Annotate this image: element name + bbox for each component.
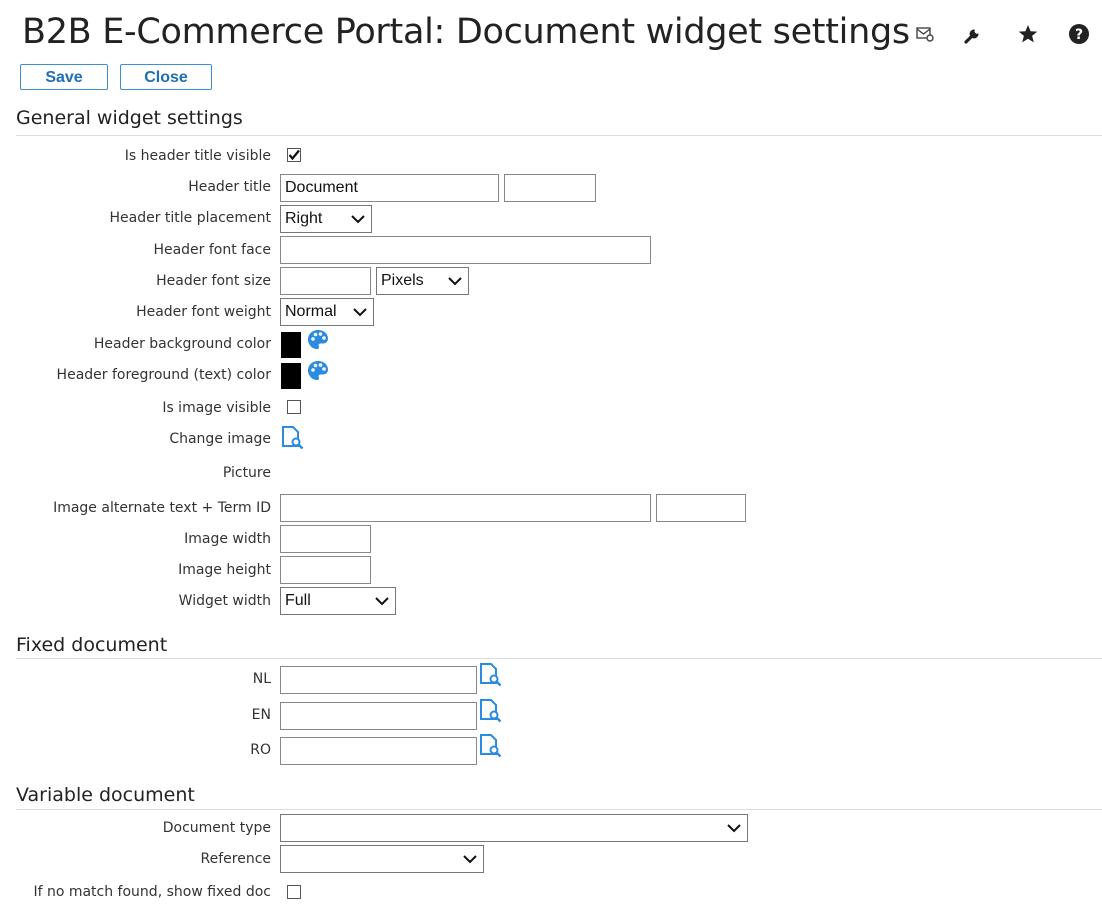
- image-height-input[interactable]: [280, 556, 371, 584]
- header-title-term-input[interactable]: [504, 174, 596, 202]
- header-title-placement-value: Right: [285, 210, 323, 227]
- mail-settings-icon[interactable]: [912, 20, 938, 48]
- header-title-placement-select[interactable]: Right: [280, 205, 372, 233]
- is-image-visible-checkbox[interactable]: [287, 400, 301, 414]
- label-header-font-face: Header font face: [153, 242, 271, 258]
- star-icon[interactable]: [1015, 20, 1041, 48]
- widget-width-select[interactable]: Full: [280, 587, 396, 615]
- header-font-size-unit-select[interactable]: Pixels: [376, 267, 469, 295]
- label-header-title-placement: Header title placement: [109, 210, 271, 226]
- widget-width-value: Full: [285, 592, 311, 609]
- label-header-background-color: Header background color: [93, 336, 271, 352]
- section-divider: [16, 658, 1102, 659]
- header-foreground-color-swatch[interactable]: [281, 363, 301, 389]
- image-width-input[interactable]: [280, 525, 371, 553]
- label-header-font-weight: Header font weight: [136, 304, 271, 320]
- header-font-weight-select[interactable]: Normal: [280, 298, 374, 326]
- header-font-face-input[interactable]: [280, 236, 651, 264]
- section-divider: [16, 135, 1102, 136]
- show-fixed-doc-checkbox[interactable]: [287, 885, 301, 899]
- label-is-header-title-visible: Is header title visible: [124, 148, 271, 164]
- section-heading-fixed-document: Fixed document: [16, 634, 168, 656]
- label-fixed-doc-nl: NL: [252, 671, 271, 687]
- header-font-weight-value: Normal: [285, 303, 337, 320]
- label-fixed-doc-ro: RO: [250, 742, 271, 758]
- chevron-down-icon: [351, 215, 365, 224]
- label-image-height: Image height: [178, 562, 271, 578]
- header-font-size-unit-value: Pixels: [381, 272, 424, 289]
- document-search-icon[interactable]: [280, 425, 306, 455]
- palette-icon[interactable]: [306, 328, 330, 356]
- label-picture: Picture: [222, 465, 271, 481]
- section-divider: [16, 809, 1102, 810]
- image-alt-text-input[interactable]: [280, 494, 651, 522]
- image-term-id-input[interactable]: [656, 494, 746, 522]
- header-font-size-input[interactable]: [280, 267, 371, 295]
- chevron-down-icon: [353, 308, 367, 317]
- fixed-doc-ro-input[interactable]: [280, 737, 477, 765]
- document-search-icon[interactable]: [478, 698, 504, 728]
- document-type-select[interactable]: [280, 814, 748, 842]
- reference-select[interactable]: [280, 845, 484, 873]
- palette-icon[interactable]: [306, 359, 330, 387]
- chevron-down-icon: [463, 855, 477, 864]
- label-is-image-visible: Is image visible: [162, 400, 271, 416]
- help-icon[interactable]: ?: [1066, 20, 1092, 48]
- chevron-down-icon: [727, 824, 741, 833]
- label-widget-width: Widget width: [178, 593, 271, 609]
- section-heading-variable-document: Variable document: [16, 784, 195, 806]
- page-title: B2B E-Commerce Portal: Document widget s…: [22, 12, 910, 52]
- label-image-alt-text: Image alternate text + Term ID: [53, 500, 271, 516]
- fixed-doc-en-input[interactable]: [280, 702, 477, 730]
- label-show-fixed-doc: If no match found, show fixed doc: [33, 884, 271, 900]
- label-header-font-size: Header font size: [156, 273, 271, 289]
- label-header-foreground-color: Header foreground (text) color: [56, 367, 271, 383]
- wrench-icon[interactable]: [960, 20, 986, 48]
- is-header-title-visible-checkbox[interactable]: [287, 148, 301, 162]
- label-fixed-doc-en: EN: [251, 707, 271, 723]
- label-image-width: Image width: [184, 531, 271, 547]
- chevron-down-icon: [375, 597, 389, 606]
- document-search-icon[interactable]: [478, 733, 504, 763]
- save-button[interactable]: Save: [20, 64, 108, 90]
- label-reference: Reference: [200, 851, 272, 867]
- header-title-input[interactable]: Document: [280, 174, 499, 202]
- fixed-doc-nl-input[interactable]: [280, 666, 477, 694]
- document-search-icon[interactable]: [478, 662, 504, 692]
- label-change-image: Change image: [169, 431, 271, 447]
- chevron-down-icon: [448, 277, 462, 286]
- label-header-title: Header title: [188, 179, 271, 195]
- section-heading-general: General widget settings: [16, 107, 243, 129]
- close-button[interactable]: Close: [120, 64, 212, 90]
- svg-text:?: ?: [1075, 27, 1083, 43]
- header-background-color-swatch[interactable]: [281, 332, 301, 358]
- label-document-type: Document type: [162, 820, 271, 836]
